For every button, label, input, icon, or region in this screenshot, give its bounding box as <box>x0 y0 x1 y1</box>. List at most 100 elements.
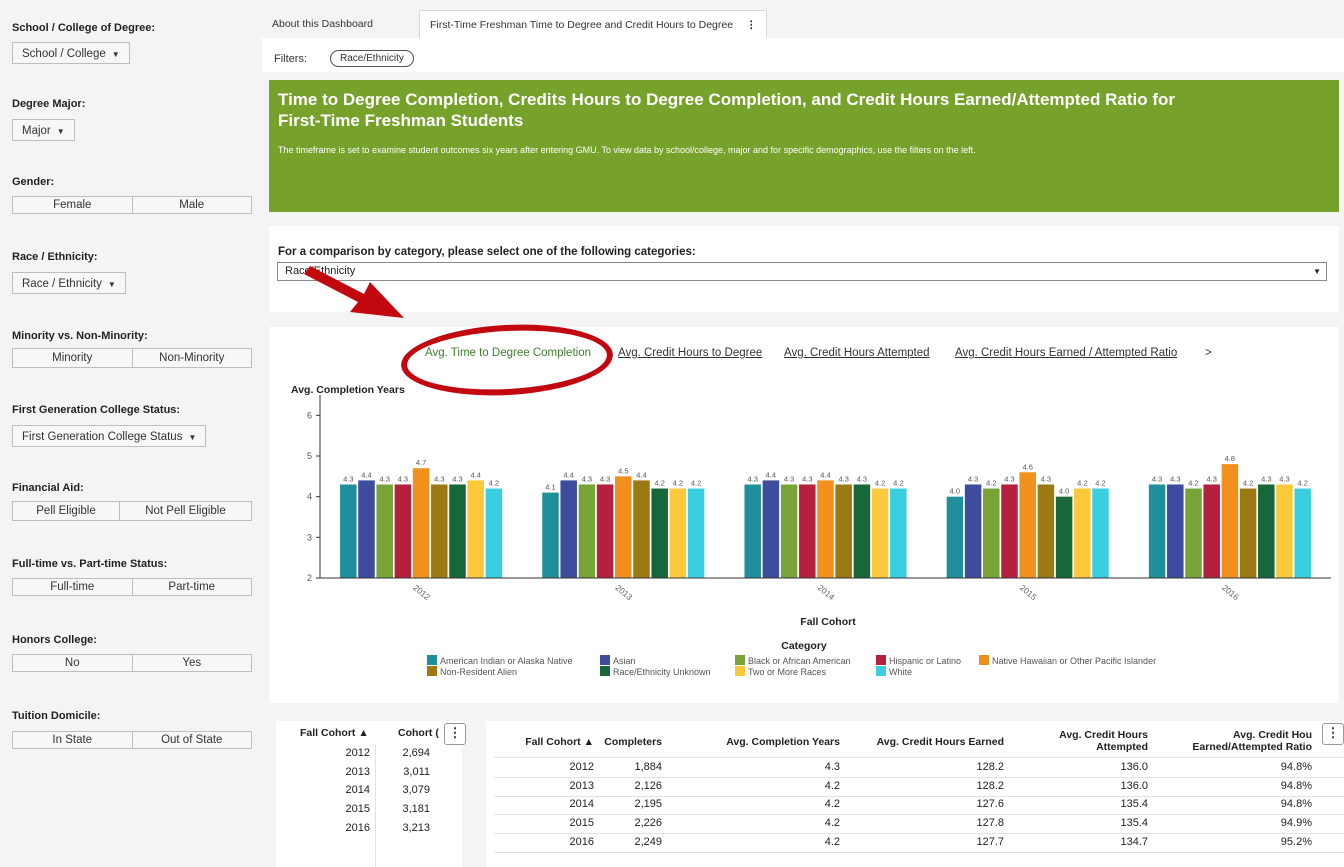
bar[interactable] <box>1092 488 1109 578</box>
bar[interactable] <box>890 488 907 578</box>
detail-col-header[interactable]: Fall Cohort ▲ <box>494 736 594 748</box>
bar[interactable] <box>1001 484 1018 578</box>
non-minority-button[interactable]: Non-Minority <box>131 349 252 367</box>
category-select[interactable]: Race/Ethnicity ▼ <box>277 262 1327 281</box>
detail-col-header[interactable]: Avg. Credit Hours Attempted <box>1010 729 1148 753</box>
bar[interactable] <box>1203 484 1220 578</box>
bar[interactable] <box>431 484 448 578</box>
legend-item[interactable]: Black or African American <box>735 655 851 666</box>
race-dropdown[interactable]: Race / Ethnicity ▼ <box>12 272 126 294</box>
bar[interactable] <box>744 484 761 578</box>
bar[interactable] <box>799 484 816 578</box>
bar[interactable] <box>1055 496 1073 578</box>
detail-col-header[interactable]: Avg. Credit Hou Earned/Attempted Ratio <box>1166 729 1312 753</box>
banner-description: The timeframe is set to examine student … <box>278 145 976 155</box>
bar[interactable] <box>762 480 780 578</box>
bar[interactable] <box>633 480 650 578</box>
tab-about[interactable]: About this Dashboard <box>272 10 373 38</box>
pell-eligible-button[interactable]: Pell Eligible <box>13 502 119 520</box>
bar[interactable] <box>376 484 393 578</box>
bar-value-label: 4.4 <box>563 470 573 479</box>
bar[interactable] <box>485 488 503 578</box>
bar[interactable] <box>394 484 412 578</box>
firstgen-dropdown[interactable]: First Generation College Status ▼ <box>12 425 207 447</box>
bar[interactable] <box>467 480 484 578</box>
kebab-menu-icon[interactable]: ⋮ <box>444 723 466 745</box>
filter-chip[interactable]: Race/Ethnicity <box>330 50 414 67</box>
bar[interactable] <box>853 484 871 578</box>
bar[interactable] <box>669 488 687 578</box>
legend-item[interactable]: Two or More Races <box>735 666 826 677</box>
bar[interactable] <box>340 484 357 578</box>
gender-female-button[interactable]: Female <box>13 197 132 213</box>
bar[interactable] <box>1294 488 1311 578</box>
y-tick-label: 5 <box>307 451 312 461</box>
bar[interactable] <box>651 488 668 578</box>
legend-item[interactable]: Native Hawaiian or Other Pacific Islande… <box>979 655 1156 666</box>
bar[interactable] <box>1239 488 1257 578</box>
y-tick-label: 4 <box>307 492 312 502</box>
bar[interactable] <box>871 488 889 578</box>
bar[interactable] <box>780 484 798 578</box>
bar[interactable] <box>817 480 834 578</box>
bar[interactable] <box>1074 488 1091 578</box>
bar[interactable] <box>835 484 852 578</box>
school-dropdown[interactable]: School / College ▼ <box>12 42 130 64</box>
bar[interactable] <box>687 488 705 578</box>
in-state-button[interactable]: In State <box>13 732 132 748</box>
bar[interactable] <box>596 484 614 578</box>
bar[interactable] <box>615 476 632 578</box>
detail-cell: 2013 <box>569 779 594 792</box>
full-time-button[interactable]: Full-time <box>13 579 132 595</box>
detail-cell: 2,126 <box>634 779 662 792</box>
bar[interactable] <box>1258 484 1275 578</box>
bar[interactable] <box>1167 484 1184 578</box>
bar[interactable] <box>358 480 375 578</box>
school-dropdown-value: School / College <box>22 48 106 60</box>
out-of-state-button[interactable]: Out of State <box>131 732 252 748</box>
bar[interactable] <box>964 484 982 578</box>
cohort-col-header-size[interactable]: Cohort ( <box>398 727 439 739</box>
bar[interactable] <box>412 468 430 578</box>
legend-item[interactable]: Race/Ethnicity Unknown <box>600 666 711 677</box>
bar[interactable] <box>560 480 577 578</box>
minority-button[interactable]: Minority <box>13 349 132 367</box>
legend-item[interactable]: American Indian or Alaska Native <box>427 655 573 666</box>
bar[interactable] <box>542 492 559 578</box>
caret-down-icon: ▼ <box>56 127 65 136</box>
part-time-button[interactable]: Part-time <box>131 579 252 595</box>
cohort-year-cell: 2015 <box>345 803 370 816</box>
legend-item[interactable]: Asian <box>600 655 636 666</box>
legend-item[interactable]: Non-Resident Alien <box>427 666 517 677</box>
legend-item[interactable]: Hispanic or Latino <box>876 655 961 666</box>
kebab-menu-icon[interactable]: ⋮ <box>1322 723 1344 745</box>
detail-col-header[interactable]: Completers <box>598 736 662 748</box>
legend-item[interactable]: White <box>876 666 912 677</box>
honors-yes-button[interactable]: Yes <box>131 655 252 671</box>
bar[interactable] <box>1148 484 1166 578</box>
bar[interactable] <box>578 484 596 578</box>
filter-sidebar: School / College of Degree: School / Col… <box>0 0 262 867</box>
bar[interactable] <box>1037 484 1055 578</box>
bar[interactable] <box>1019 472 1036 578</box>
detail-col-header[interactable]: Avg. Completion Years <box>670 736 840 748</box>
detail-col-header[interactable]: Avg. Credit Hours Earned <box>848 736 1004 748</box>
bar[interactable] <box>946 496 964 578</box>
kebab-menu-icon[interactable]: ⋮ <box>746 19 757 31</box>
detail-cell: 2015 <box>569 817 594 830</box>
cohort-col-header-fall[interactable]: Fall Cohort ▲ <box>300 727 369 739</box>
bar[interactable] <box>1276 484 1293 578</box>
row-divider <box>494 833 1344 835</box>
major-dropdown[interactable]: Major ▼ <box>12 119 75 141</box>
gender-male-button[interactable]: Male <box>131 197 252 213</box>
bar[interactable] <box>1221 464 1239 578</box>
honors-no-button[interactable]: No <box>13 655 132 671</box>
bar[interactable] <box>1185 488 1202 578</box>
bar[interactable] <box>449 484 466 578</box>
tab-time-to-degree[interactable]: First-Time Freshman Time to Degree and C… <box>419 10 768 38</box>
not-pell-eligible-button[interactable]: Not Pell Eligible <box>119 502 251 520</box>
bar[interactable] <box>983 488 1000 578</box>
detail-cell: 136.0 <box>1120 761 1148 773</box>
annotation-arrow <box>304 266 404 318</box>
firstgen-filter-label: First Generation College Status: <box>12 404 181 416</box>
